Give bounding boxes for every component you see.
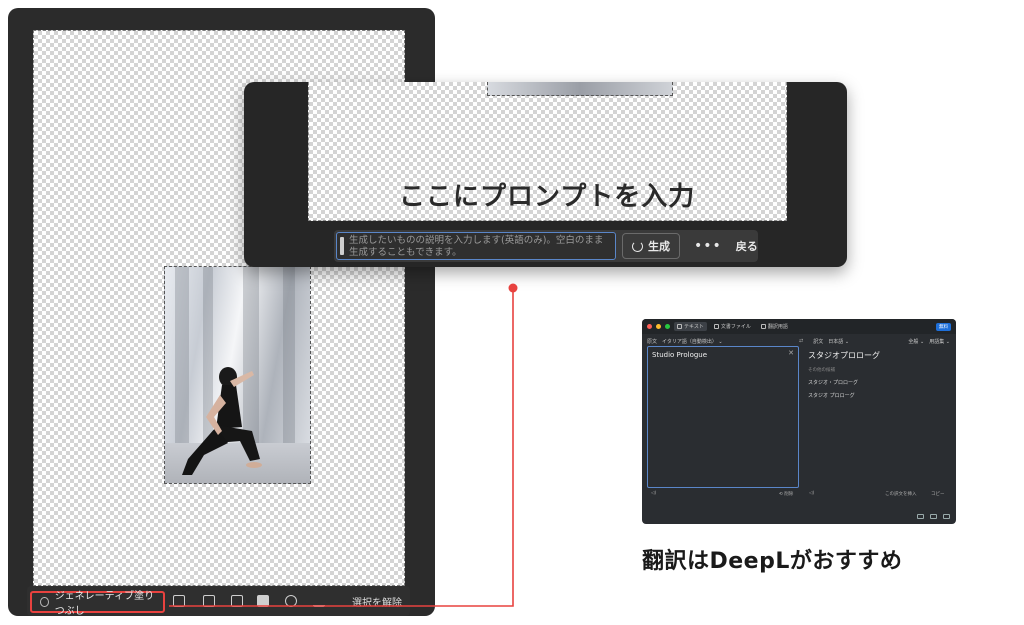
alternatives-header: その他の候補 (808, 368, 835, 373)
alternative-item[interactable]: スタジオ プロローグ (808, 392, 948, 399)
plan-badge[interactable]: 無料 (936, 322, 951, 331)
bookmark-icon (760, 324, 766, 329)
minimize-dot-icon[interactable] (656, 324, 661, 329)
source-language-select[interactable]: 原文 イタリア語（自動検出） ⌄ (642, 338, 799, 345)
speaker-target-icon[interactable]: ◁) (809, 491, 814, 496)
maximize-dot-icon[interactable] (665, 324, 670, 329)
target-language-select[interactable]: 訳文 日本語 ⌄ (813, 338, 849, 345)
callout-connector (169, 283, 518, 607)
target-text: スタジオプロローグ (808, 351, 880, 360)
source-text-area[interactable]: Studio Prologue ✕ (647, 346, 799, 488)
pen-icon[interactable] (917, 514, 924, 519)
document-icon (713, 324, 719, 329)
deepl-window: テキスト 文書ファイル 翻訳用語 無料 原文 イタリア語（自動検出） ⌄ ⇄ 訳… (642, 319, 956, 524)
source-text: Studio Prologue (652, 351, 708, 359)
keyboard-icon[interactable] (943, 514, 950, 519)
deepl-footer (917, 514, 950, 519)
stage: ジェネレーティブ塗りつぶし 選択を解除 ここにプロンプトを入力 生成したいものの… (0, 0, 1024, 625)
deepl-bottom-bar: ◁) ⟲ 削除 ◁) この訳文を挿入 コピー (647, 491, 952, 501)
close-dot-icon[interactable] (647, 324, 652, 329)
globe-icon (677, 324, 682, 329)
speaker-icon[interactable]: ◁) (651, 491, 656, 496)
insert-button[interactable]: この訳文を挿入 (885, 491, 917, 497)
clear-icon[interactable]: ✕ (788, 349, 794, 357)
caption: 翻訳はDeepLがおすすめ (642, 549, 903, 574)
tab-text[interactable]: テキスト (674, 322, 707, 331)
formality-select[interactable]: 全般 ⌄ 用語集 ⌄ (908, 338, 956, 345)
tab-documents[interactable]: 文書ファイル (711, 322, 754, 331)
tab-glossary[interactable]: 翻訳用語 (758, 322, 791, 331)
copy-button[interactable]: コピー (931, 491, 945, 497)
deepl-titlebar: テキスト 文書ファイル 翻訳用語 無料 (642, 319, 956, 334)
target-text-area[interactable]: スタジオプロローグ その他の候補 スタジオ・プロローグ スタジオ プロローグ (804, 346, 952, 488)
toggle-icon[interactable] (930, 514, 937, 519)
clear-source-button[interactable]: ⟲ 削除 (779, 491, 793, 497)
alternative-item[interactable]: スタジオ・プロローグ (808, 379, 948, 386)
